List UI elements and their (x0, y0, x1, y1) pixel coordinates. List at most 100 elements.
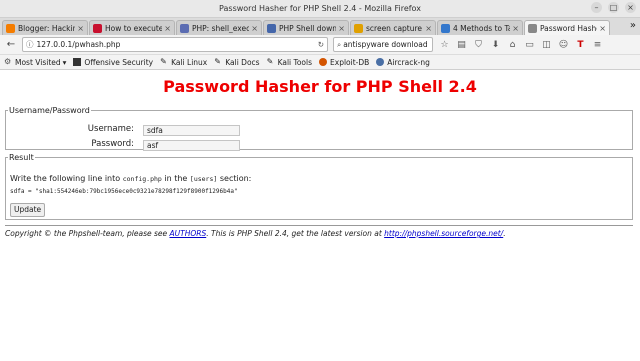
bookmark-label: Exploit-DB (330, 57, 370, 67)
tab-close-icon[interactable]: × (251, 24, 258, 33)
bookmark-label: Most Visited (15, 57, 61, 67)
exploitdb-icon (319, 58, 328, 66)
page-title: Password Hasher for PHP Shell 2.4 (163, 77, 477, 96)
footer-copy: Copyright © the Phpshell-team, please se… (5, 229, 170, 238)
result-fieldset: Result Write the following line into con… (5, 153, 633, 220)
tab-4-methods[interactable]: 4 Methods to Ta... × (437, 20, 523, 35)
blogger-icon (6, 23, 15, 33)
bookmark-most-visited[interactable]: ⚙ Most Visited ▾ (4, 58, 66, 67)
tab-screen-capture[interactable]: screen capture f... × (350, 20, 436, 35)
bookmark-label: Kali Tools (277, 57, 313, 67)
result-legend: Result (9, 153, 34, 162)
page-icon (93, 23, 102, 33)
kali-icon: ✎ (214, 57, 221, 66)
home-icon[interactable]: ⌂ (507, 40, 518, 50)
kali-icon: ✎ (160, 57, 167, 66)
tab-bar: Blogger: Hackin... × How to execute... ×… (0, 18, 640, 35)
aircrack-icon (376, 58, 385, 66)
password-label: Password: (91, 139, 134, 149)
tab-label: PHP: shell_exec... (192, 23, 249, 33)
download-icon[interactable]: ⬇ (490, 40, 501, 50)
tab-list-icon[interactable]: » (630, 20, 636, 31)
bookmark-label: Kali Linux (171, 57, 208, 67)
footer-copy: . This is PHP Shell 2.4, get the latest … (206, 229, 385, 238)
hash-output: sdfa = "sha1:554246eb:79bc1956ece0c9321e… (10, 188, 238, 195)
footer-text: Copyright © the Phpshell-team, please se… (5, 229, 506, 238)
tab-close-icon[interactable]: × (338, 24, 345, 33)
tab-blogger[interactable]: Blogger: Hackin... × (2, 20, 88, 35)
username-label: Username: (87, 124, 134, 134)
credentials-fieldset: Username/Password Username: sdfa Passwor… (5, 106, 633, 151)
config-file-name: config.php (122, 175, 162, 183)
maximize-icon[interactable]: □ (608, 2, 619, 13)
result-instructions: Write the following line into config.php… (10, 174, 251, 183)
pocket-icon[interactable]: ⛉ (473, 40, 484, 50)
bookmark-exploit-db[interactable]: Exploit-DB (319, 58, 369, 67)
url-text[interactable]: 127.0.0.1/pwhash.php (37, 40, 318, 49)
tab-password-hasher[interactable]: Password Hashe... × (524, 20, 610, 35)
minimize-icon[interactable]: – (591, 2, 602, 13)
gear-icon: ⚙ (4, 57, 12, 66)
instruction-text: Write the following line into (10, 174, 123, 183)
tab-php-shell-download[interactable]: PHP Shell down... × (263, 20, 349, 35)
chevron-down-icon: ▾ (62, 57, 67, 67)
password-input[interactable]: asf (143, 140, 240, 151)
bookmarks-toolbar: ⚙ Most Visited ▾ Offensive Security ✎ Ka… (0, 55, 640, 70)
page-info-icon[interactable]: ⓘ (26, 39, 34, 50)
tab-close-icon[interactable]: × (425, 24, 432, 33)
page-icon (441, 23, 450, 33)
bookmark-aircrack-ng[interactable]: Aircrack-ng (376, 58, 430, 67)
url-bar[interactable]: ⓘ 127.0.0.1/pwhash.php ↻ (22, 37, 328, 52)
page-icon (267, 23, 276, 33)
bookmark-kali-tools[interactable]: ✎ Kali Tools (267, 58, 312, 67)
bookmark-offensive-security[interactable]: Offensive Security (73, 58, 153, 67)
search-input[interactable]: ⌕ antispyware download (333, 37, 433, 52)
tab-close-icon[interactable]: × (77, 24, 84, 33)
bookmarks-menu-icon[interactable]: ▤ (456, 40, 467, 50)
bookmark-label: Aircrack-ng (387, 57, 430, 67)
close-icon[interactable]: × (625, 2, 636, 13)
page-content: Password Hasher for PHP Shell 2.4 Userna… (0, 70, 640, 361)
offsec-icon (73, 58, 82, 66)
tab-how-to-execute[interactable]: How to execute... × (89, 20, 175, 35)
bookmark-star-icon[interactable]: ☆ (439, 40, 450, 50)
username-input[interactable]: sdfa (143, 125, 240, 136)
tab-label: 4 Methods to Ta... (453, 23, 510, 33)
tab-close-icon[interactable]: × (512, 24, 519, 33)
phpshell-site-link[interactable]: http://phpshell.sourceforge.net/ (384, 229, 503, 238)
back-icon[interactable]: ← (4, 38, 18, 52)
tab-label: Password Hashe... (540, 23, 597, 33)
bookmark-label: Kali Docs (225, 57, 260, 67)
kali-icon: ✎ (266, 57, 274, 66)
tab-label: Blogger: Hackin... (18, 23, 75, 33)
search-value[interactable]: antispyware download (343, 40, 429, 49)
menu-icon[interactable]: ≡ (592, 40, 603, 50)
bookmark-kali-docs[interactable]: ✎ Kali Docs (214, 58, 259, 67)
footer-divider (5, 225, 633, 226)
reload-icon[interactable]: ↻ (318, 40, 324, 49)
tab-close-icon[interactable]: × (164, 24, 171, 33)
authors-link[interactable]: AUTHORS (170, 229, 207, 238)
section-name: [users] (189, 175, 218, 183)
window-title: Password Hasher for PHP Shell 2.4 - Mozi… (219, 4, 421, 13)
reader-icon[interactable]: ▭ (524, 40, 535, 50)
text-tool-icon[interactable]: T (575, 40, 586, 50)
page-icon (528, 23, 537, 33)
tab-close-icon[interactable]: × (599, 24, 606, 33)
bookmark-kali-linux[interactable]: ✎ Kali Linux (160, 58, 207, 67)
screenshot-icon[interactable]: ◫ (541, 40, 552, 50)
window-titlebar: Password Hasher for PHP Shell 2.4 - Mozi… (0, 0, 640, 18)
instruction-text: in the (161, 174, 190, 183)
search-icon: ⌕ (337, 39, 342, 49)
update-button[interactable]: Update (10, 203, 46, 217)
spyware-icon (354, 23, 363, 33)
php-icon (180, 23, 189, 33)
bookmark-label: Offensive Security (84, 57, 154, 67)
navigation-toolbar: ← ⓘ 127.0.0.1/pwhash.php ↻ ⌕ antispyware… (0, 35, 640, 55)
tab-label: PHP Shell down... (279, 23, 336, 33)
addon-icon[interactable]: ☺ (558, 40, 569, 50)
tab-php-shell-exec[interactable]: PHP: shell_exec... × (176, 20, 262, 35)
footer-copy: . (503, 229, 506, 238)
tab-label: How to execute... (105, 23, 162, 33)
instruction-text: section: (217, 174, 252, 183)
